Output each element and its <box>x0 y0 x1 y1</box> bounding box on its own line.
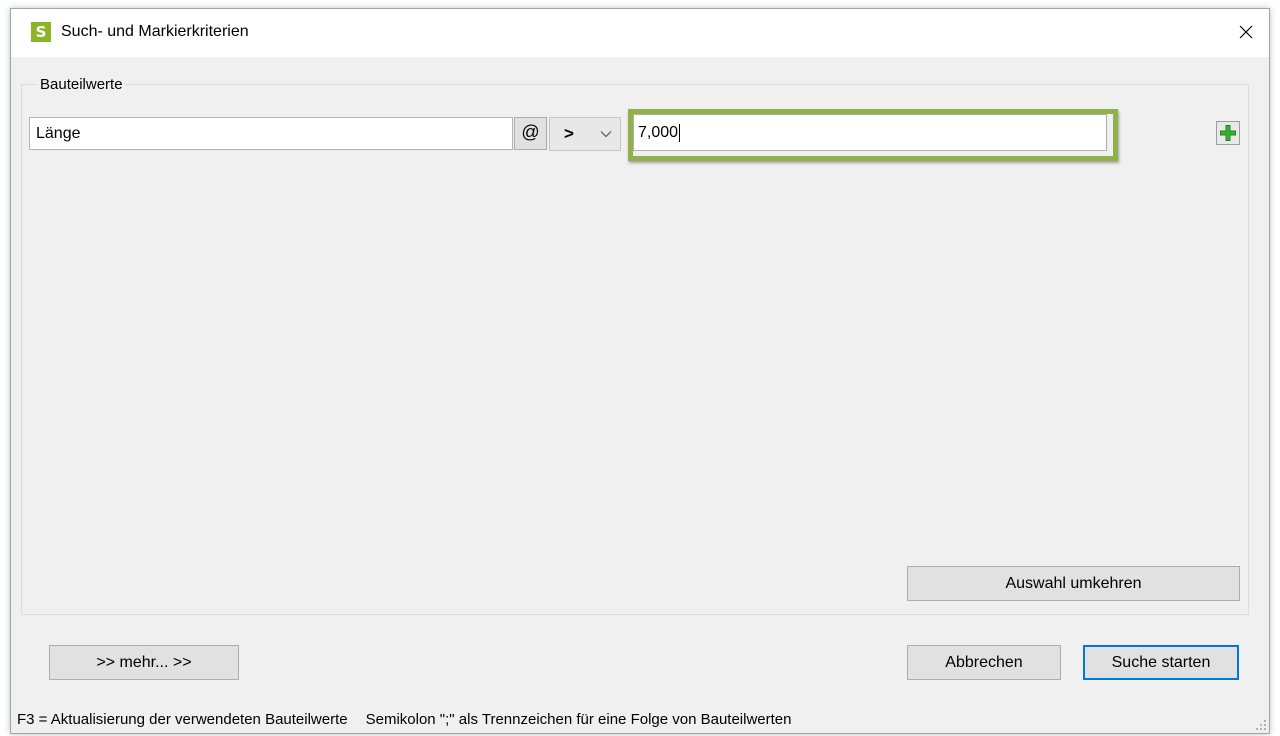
status-hint-semicolon: Semikolon ";" als Trennzeichen für eine … <box>365 711 792 728</box>
value-text: 7,000 <box>638 124 679 141</box>
chevron-down-icon <box>600 131 612 138</box>
start-search-button[interactable]: Suche starten <box>1083 645 1239 680</box>
close-icon <box>1239 25 1253 39</box>
attribute-field-input[interactable]: Länge <box>29 117 513 150</box>
app-logo-icon: S <box>31 22 51 42</box>
operator-dropdown[interactable]: > <box>549 117 621 151</box>
text-caret <box>679 123 681 142</box>
more-button[interactable]: >> mehr... >> <box>49 645 239 680</box>
add-criterion-button[interactable] <box>1216 121 1240 145</box>
value-input[interactable]: 7,000 <box>633 114 1107 151</box>
group-label: Bauteilwerte <box>37 75 126 95</box>
bauteilwerte-groupbox <box>21 84 1249 615</box>
search-criteria-dialog: S Such- und Markierkriterien Bauteilwert… <box>10 8 1270 734</box>
window-title: Such- und Markierkriterien <box>61 23 249 40</box>
cancel-button[interactable]: Abbrechen <box>907 645 1061 680</box>
at-button[interactable]: @ <box>514 117 547 150</box>
plus-icon <box>1220 125 1236 141</box>
resize-grip-icon[interactable] <box>1255 719 1267 731</box>
close-button[interactable] <box>1223 9 1269 55</box>
operator-value: > <box>564 124 574 143</box>
status-hint-f3: F3 = Aktualisierung der verwendeten Baut… <box>17 711 348 728</box>
titlebar: S Such- und Markierkriterien <box>11 9 1269 57</box>
invert-selection-button[interactable]: Auswahl umkehren <box>907 566 1240 601</box>
statusbar: F3 = Aktualisierung der verwendeten Baut… <box>11 707 1269 733</box>
